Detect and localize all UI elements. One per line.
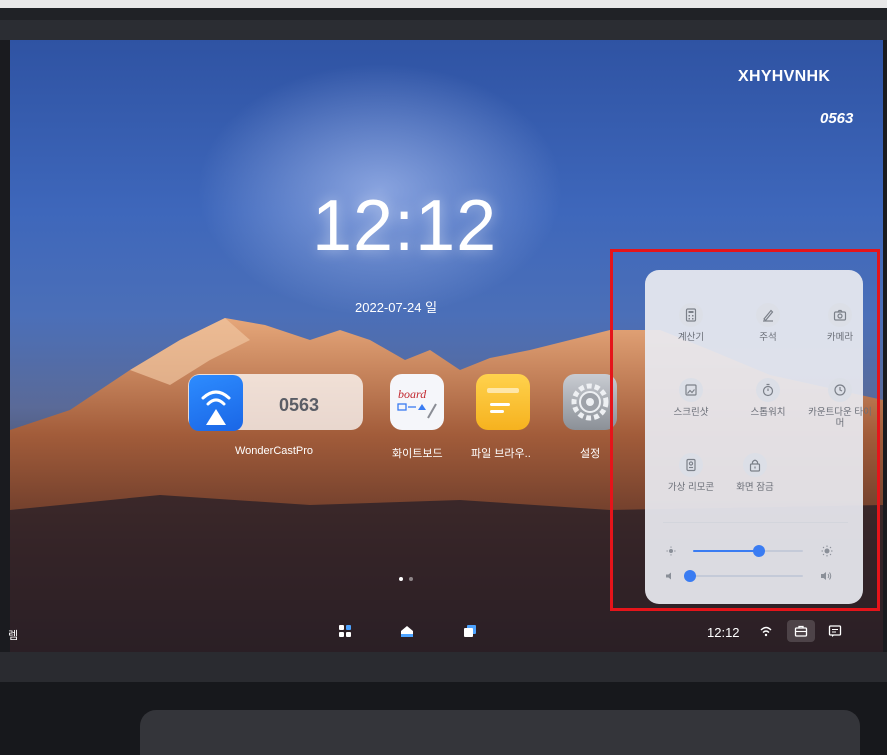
file-browser-label: 파일 브라우..: [471, 448, 531, 460]
monitor-stand-slot: [140, 710, 860, 755]
page-indicator[interactable]: [409, 577, 413, 581]
settings-app-icon[interactable]: [563, 374, 617, 430]
folder-icon: [487, 388, 519, 413]
wondercast-code: 0563: [279, 395, 320, 415]
home-date: 2022-07-24 일: [355, 300, 438, 315]
settings-label: 설정: [580, 448, 601, 460]
whiteboard-icon: board: [397, 387, 437, 419]
home-clock: 12:12: [312, 186, 498, 266]
wondercast-app-icon[interactable]: [189, 375, 243, 431]
recent-apps-icon[interactable]: [463, 624, 477, 638]
toolbox-icon[interactable]: [794, 624, 808, 638]
highlight-box: [610, 249, 880, 611]
apps-grid-icon[interactable]: [338, 624, 352, 638]
wifi-cast-icon: [201, 390, 231, 425]
device-code: 0563: [820, 110, 854, 127]
wondercast-label: WonderCastPro: [235, 445, 314, 457]
monitor-top-bezel: [0, 0, 887, 40]
wifi-icon[interactable]: [759, 624, 773, 638]
whiteboard-app-icon[interactable]: board: [390, 374, 444, 430]
taskbar-left-label[interactable]: 렘: [8, 627, 18, 643]
file-browser-app-icon[interactable]: [476, 374, 530, 430]
notification-icon[interactable]: [828, 624, 842, 638]
whiteboard-logo-text: board: [398, 387, 427, 401]
taskbar-time: 12:12: [707, 625, 740, 640]
home-icon[interactable]: [400, 624, 414, 638]
device-name: XHYHVNHK: [738, 68, 831, 85]
whiteboard-label: 화이트보드: [392, 448, 443, 460]
gear-icon: [571, 383, 609, 421]
page-indicator-active[interactable]: [399, 577, 403, 581]
